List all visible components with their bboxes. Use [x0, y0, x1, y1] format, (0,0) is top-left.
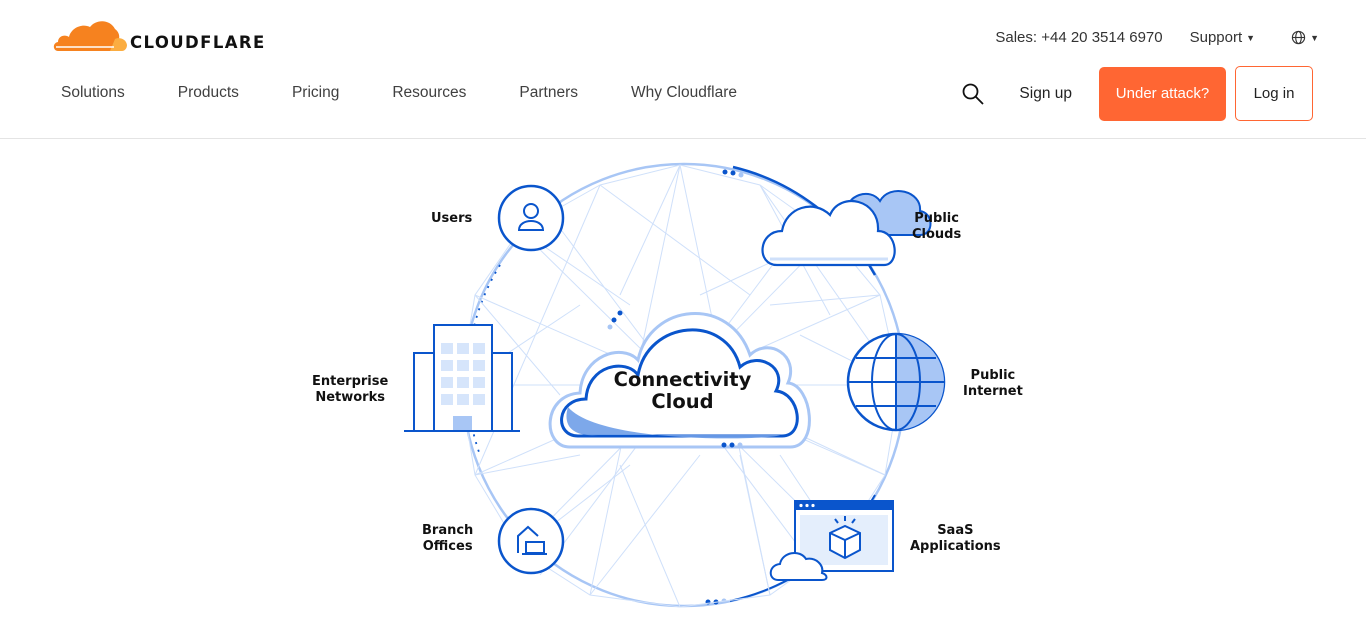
- center-title-line1: Connectivity: [613, 368, 752, 391]
- enterprise-building-icon: [404, 324, 520, 432]
- nav-item-pricing[interactable]: Pricing: [292, 84, 339, 102]
- public-clouds-label: Public Clouds: [912, 211, 962, 242]
- nav-item-partners[interactable]: Partners: [519, 84, 578, 102]
- public-internet-label: Public Internet: [963, 368, 1023, 399]
- support-label: Support: [1189, 29, 1243, 46]
- nav-item-products[interactable]: Products: [178, 84, 239, 102]
- center-title-line2: Cloud: [651, 390, 714, 413]
- site-header: CLOUDFLARE Sales: +44 20 3514 6970 Suppo…: [0, 0, 1366, 139]
- saas-application-icon: [769, 500, 894, 581]
- search-icon: [963, 83, 985, 105]
- cloudflare-logo[interactable]: CLOUDFLARE: [52, 17, 266, 52]
- branch-office-icon: [497, 507, 565, 575]
- support-menu[interactable]: Support ▼: [1190, 29, 1255, 46]
- public-clouds-icon: [761, 190, 932, 267]
- cloudflare-wordmark: CLOUDFLARE: [130, 33, 266, 52]
- nav-item-why-cloudflare[interactable]: Why Cloudflare: [631, 84, 737, 102]
- chevron-down-icon: ▼: [1246, 33, 1256, 43]
- utility-bar: Sales: +44 20 3514 6970 Support ▼ ▼: [995, 29, 1319, 46]
- connectivity-cloud-diagram: Connectivity Cloud Users Public Clouds E…: [300, 155, 1060, 615]
- globe-icon: [1291, 30, 1306, 45]
- log-in-button[interactable]: Log in: [1235, 66, 1313, 121]
- globe-icon: [846, 332, 946, 432]
- connectivity-cloud-title: Connectivity Cloud: [590, 369, 775, 413]
- language-selector[interactable]: ▼: [1291, 30, 1319, 45]
- users-label: Users: [431, 211, 473, 226]
- search-button[interactable]: [960, 81, 986, 107]
- under-attack-button[interactable]: Under attack?: [1099, 66, 1226, 121]
- nav-item-solutions[interactable]: Solutions: [61, 84, 125, 102]
- sales-phone[interactable]: Sales: +44 20 3514 6970: [995, 29, 1162, 46]
- chevron-down-icon: ▼: [1310, 33, 1319, 43]
- header-actions: Sign up Under attack? Log in: [960, 66, 1313, 121]
- sign-up-link[interactable]: Sign up: [1019, 85, 1072, 103]
- enterprise-networks-label: Enterprise Networks: [312, 374, 389, 405]
- main-nav: Solutions Products Pricing Resources Par…: [61, 84, 790, 102]
- users-icon: [497, 184, 565, 252]
- saas-applications-label: SaaS Applications: [910, 523, 1001, 554]
- branch-offices-label: Branch Offices: [422, 523, 474, 554]
- nav-item-resources[interactable]: Resources: [392, 84, 466, 102]
- cloudflare-cloud-icon: [53, 21, 127, 51]
